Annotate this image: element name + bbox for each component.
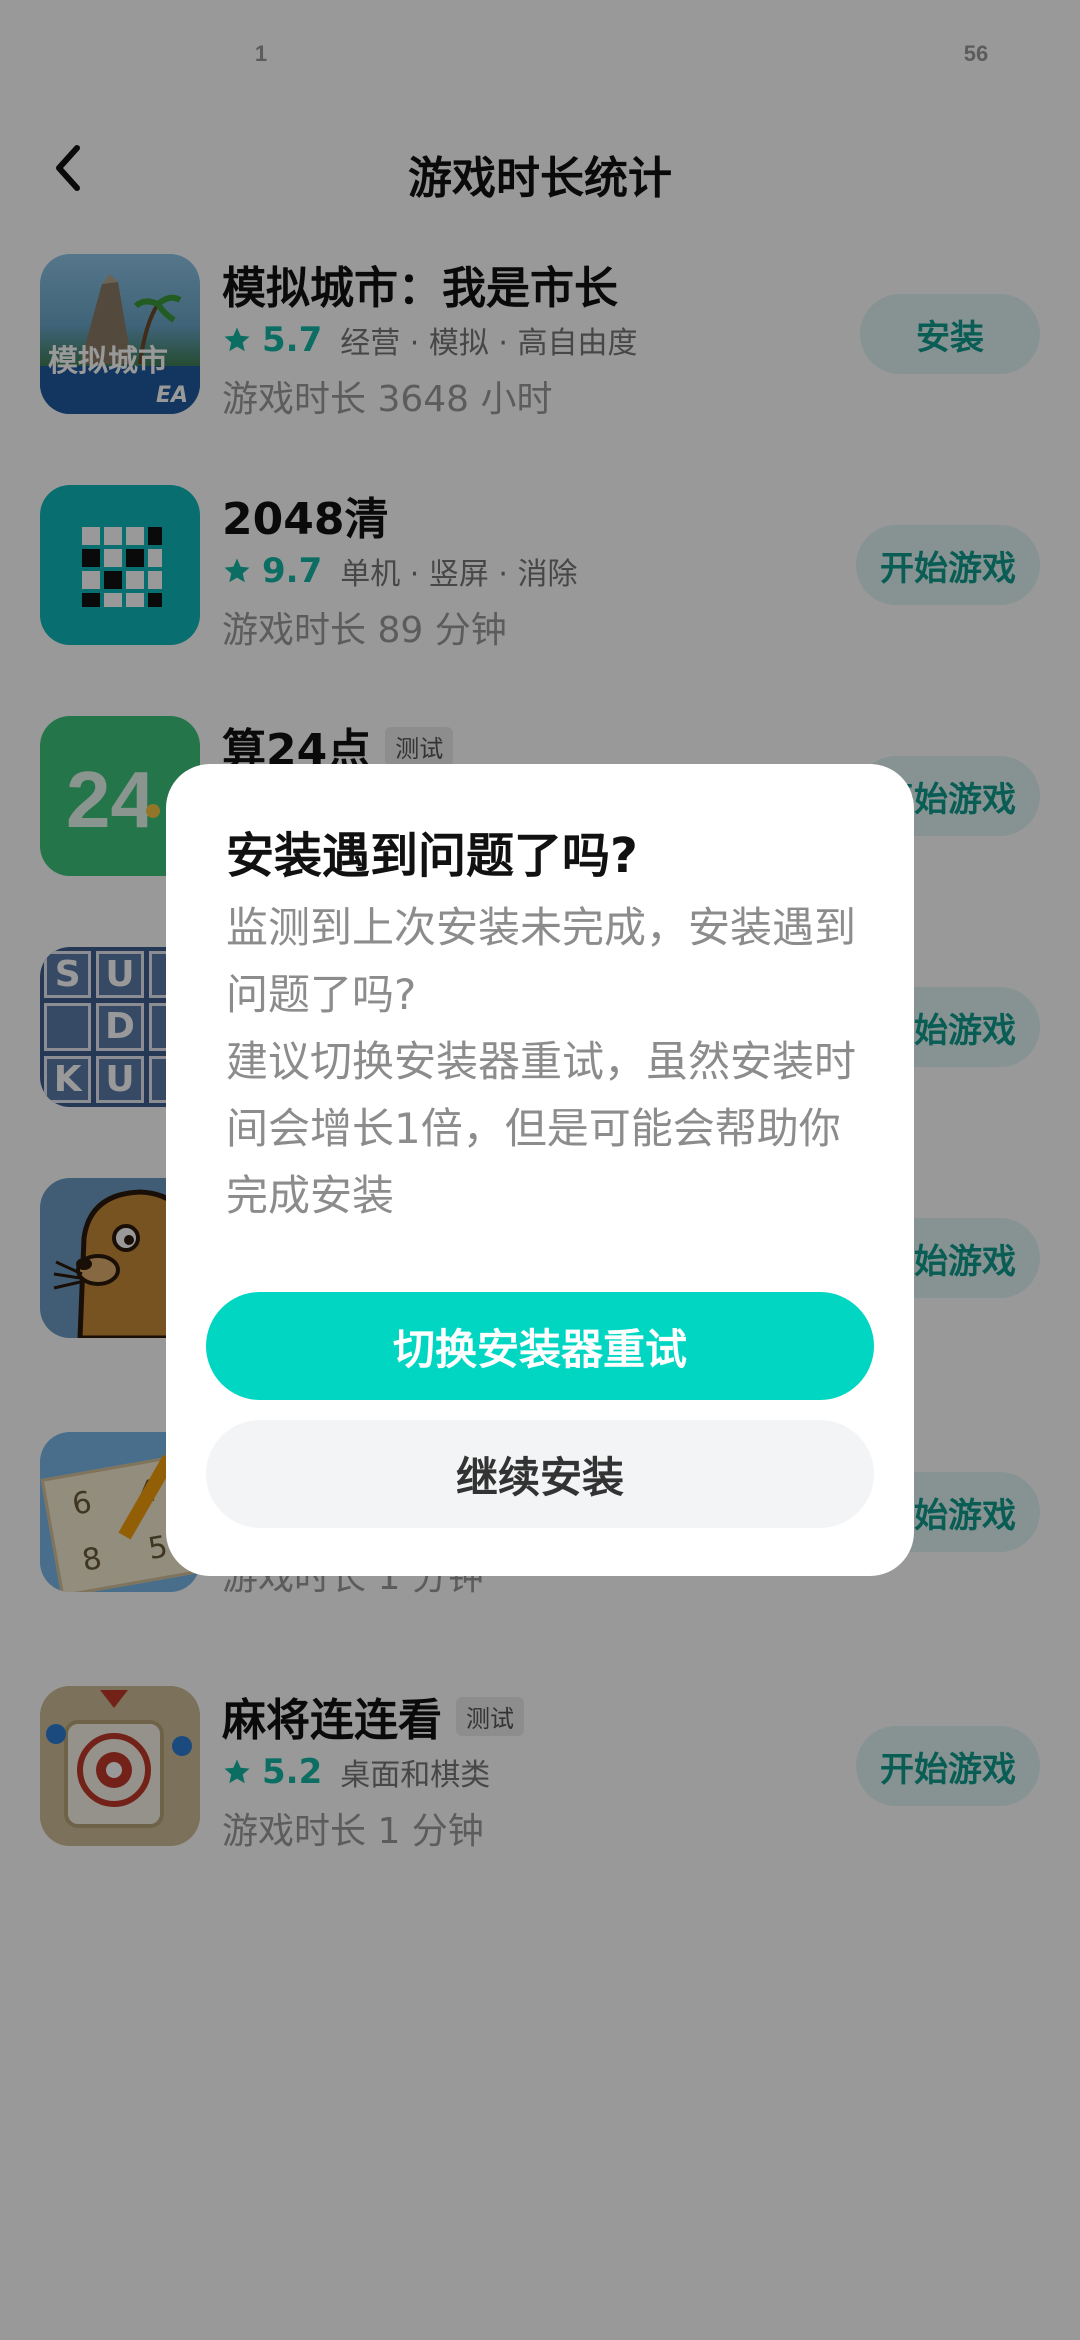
dialog-message: 监测到上次安装未完成，安装遇到问题了吗? 建议切换安装器重试，虽然安装时间会增长… xyxy=(226,903,857,1220)
continue-install-button[interactable]: 继续安装 xyxy=(206,1420,874,1528)
install-problem-dialog: 安装遇到问题了吗? 监测到上次安装未完成，安装遇到问题了吗? 建议切换安装器重试… xyxy=(166,764,914,1576)
dialog-title: 安装遇到问题了吗? xyxy=(226,828,638,884)
switch-installer-retry-button[interactable]: 切换安装器重试 xyxy=(206,1292,874,1400)
